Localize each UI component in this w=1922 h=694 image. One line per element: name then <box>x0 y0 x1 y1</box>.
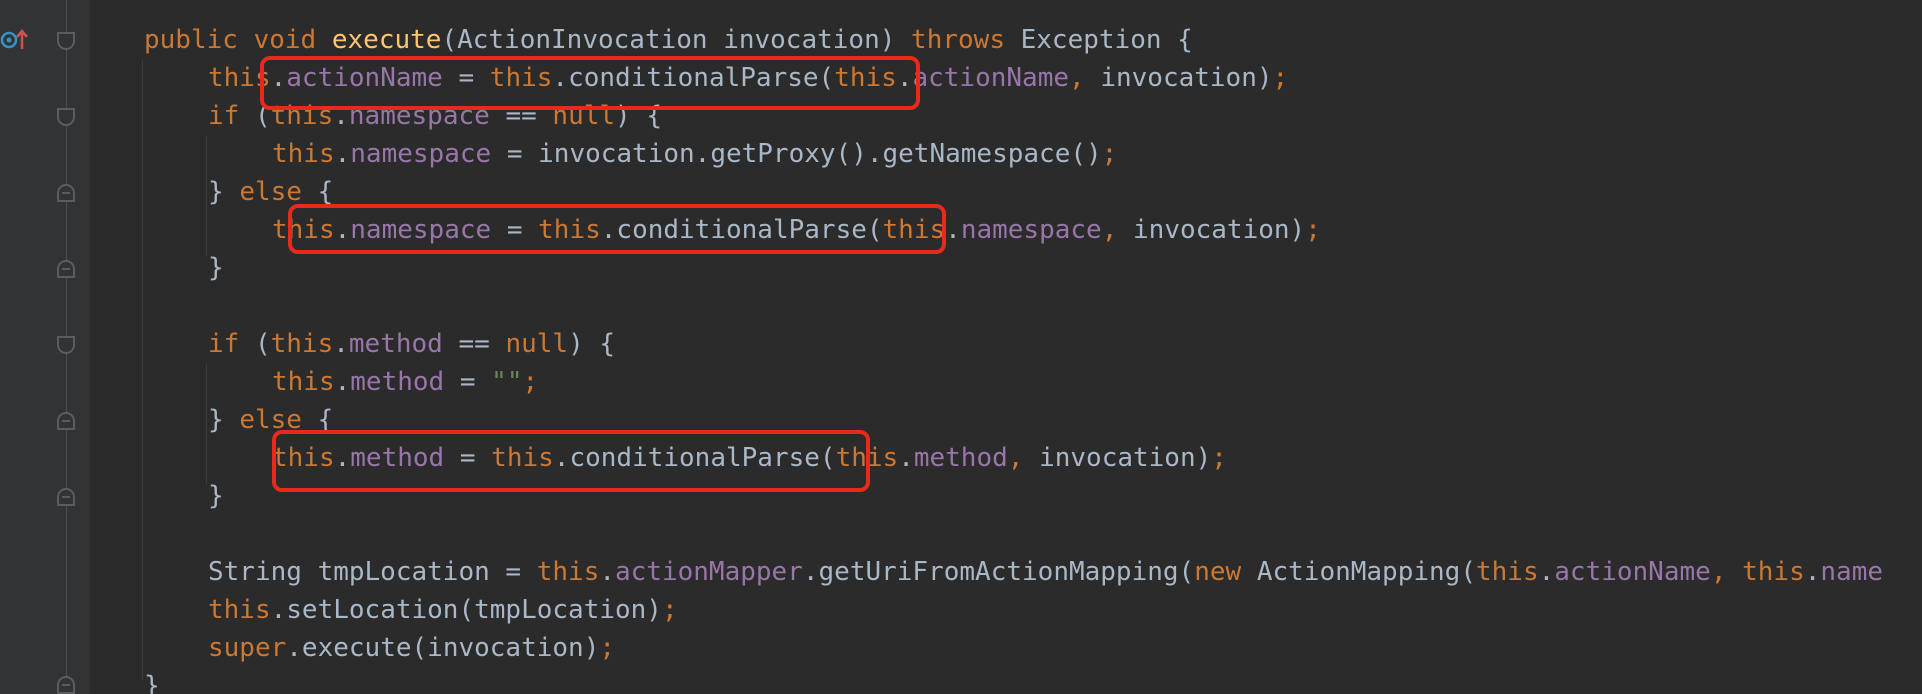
code-line[interactable]: public void execute(ActionInvocation inv… <box>144 21 1193 59</box>
fold-if-icon[interactable] <box>57 336 75 354</box>
code-token: this <box>536 557 600 587</box>
code-token: ) { <box>568 329 616 359</box>
code-token: == <box>442 329 506 359</box>
unfold-else-icon[interactable] <box>57 488 75 506</box>
code-token: actionName <box>912 63 1070 93</box>
code-token: if <box>208 329 240 359</box>
code-token: ; <box>1101 139 1118 169</box>
code-token: void <box>253 25 317 55</box>
code-line[interactable]: this.namespace = invocation.getProxy().g… <box>272 135 1117 173</box>
code-token: ActionMapping( <box>1241 557 1476 587</box>
indent-guide <box>206 364 207 484</box>
code-token: this <box>270 329 334 359</box>
code-token: public <box>144 25 238 55</box>
code-line[interactable]: super.execute(invocation); <box>208 629 615 667</box>
code-token: invocation) <box>1023 443 1212 473</box>
code-token: null <box>505 329 569 359</box>
code-token: actionMapper <box>615 557 803 587</box>
code-token: throws <box>911 25 1005 55</box>
unfold-method-icon[interactable] <box>57 676 75 694</box>
code-token: , <box>1710 557 1727 587</box>
unfold-if-icon[interactable] <box>57 412 75 430</box>
code-token: invocation) <box>1084 63 1273 93</box>
code-token: ; <box>661 595 678 625</box>
code-token: .setLocation(tmpLocation) <box>270 595 662 625</box>
fold-if-icon[interactable] <box>57 108 75 126</box>
code-token: String tmpLocation = <box>208 557 537 587</box>
code-token: . <box>1538 557 1555 587</box>
code-token: ; <box>522 367 539 397</box>
code-token: this <box>1475 557 1539 587</box>
unfold-if-icon[interactable] <box>57 184 75 202</box>
code-token: namespace <box>960 215 1102 245</box>
code-token: ; <box>1305 215 1321 245</box>
code-token: } <box>208 481 224 511</box>
code-token: ( <box>239 329 271 359</box>
code-token: method <box>348 329 443 359</box>
code-line[interactable]: } <box>208 249 224 287</box>
code-line[interactable]: if (this.method == null) { <box>208 325 615 363</box>
code-token: = <box>444 367 492 397</box>
code-token: ; <box>599 633 616 663</box>
code-token: } <box>208 253 224 283</box>
code-editor[interactable]: public void execute(ActionInvocation inv… <box>0 0 1922 694</box>
code-token: .getUriFromActionMapping( <box>802 557 1195 587</box>
code-token: this <box>208 595 271 625</box>
code-token: . <box>333 329 349 359</box>
code-line[interactable]: this.method = ""; <box>272 363 538 401</box>
code-line[interactable]: } <box>208 477 224 515</box>
code-token: . <box>898 443 914 473</box>
code-line[interactable]: } <box>144 667 160 694</box>
code-token: name <box>1820 557 1884 587</box>
highlight-box-actionname <box>260 56 920 110</box>
code-token: = invocation.getProxy().getNamespace() <box>491 139 1102 169</box>
code-token: "" <box>491 367 523 397</box>
code-token: Exception { <box>1004 25 1193 55</box>
code-token: ; <box>1272 63 1289 93</box>
code-token: , <box>1069 63 1085 93</box>
code-token: namespace <box>350 139 492 169</box>
code-token: this <box>272 139 335 169</box>
code-token: actionName <box>1554 557 1711 587</box>
editor-gutter[interactable] <box>0 0 90 694</box>
code-token: , <box>1101 215 1118 245</box>
code-line[interactable]: String tmpLocation = this.actionMapper.g… <box>208 553 1883 591</box>
code-token: method <box>913 443 1008 473</box>
code-token: .execute(invocation) <box>286 633 600 663</box>
code-token: . <box>1804 557 1821 587</box>
code-token: this <box>1742 557 1805 587</box>
code-token: { <box>301 177 334 207</box>
fold-method-icon[interactable] <box>57 32 75 50</box>
code-token: invocation) <box>1117 215 1306 245</box>
code-token: . <box>334 139 351 169</box>
code-token: super <box>208 633 287 663</box>
code-token: execute <box>331 25 442 55</box>
indent-guide <box>142 60 143 680</box>
unfold-else-icon[interactable] <box>57 260 75 278</box>
code-token: , <box>1007 443 1024 473</box>
code-token: else <box>239 177 302 207</box>
code-token: method <box>350 367 445 397</box>
code-line[interactable]: this.setLocation(tmpLocation); <box>208 591 678 629</box>
highlight-box-namespace <box>288 204 946 254</box>
code-token: new <box>1194 557 1242 587</box>
code-token: . <box>334 367 351 397</box>
override-method-icon[interactable] <box>0 28 30 52</box>
code-token: . <box>599 557 616 587</box>
code-token: . <box>945 215 961 245</box>
code-token: ; <box>1211 443 1227 473</box>
code-token: } <box>208 405 240 435</box>
code-token: } <box>144 671 160 694</box>
code-token: (ActionInvocation invocation) <box>441 25 912 55</box>
code-token: if <box>208 101 240 131</box>
highlight-box-method <box>272 430 870 492</box>
code-token: this <box>272 367 335 397</box>
code-token: } <box>208 177 240 207</box>
indent-guide <box>206 136 207 256</box>
